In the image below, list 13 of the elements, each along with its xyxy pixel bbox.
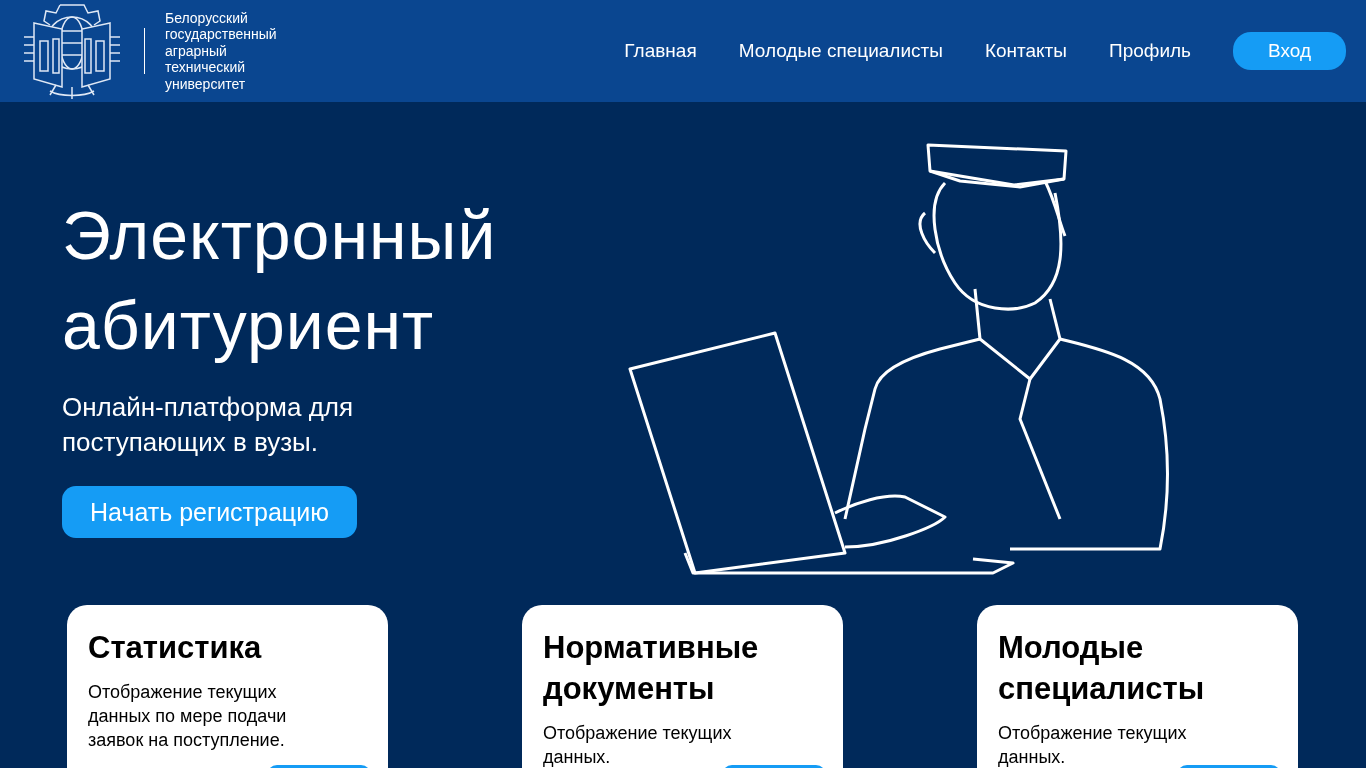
card-text: Отображение текущих данных. xyxy=(998,722,1188,768)
hero-title: Электронный абитуриент xyxy=(62,196,498,365)
nav-link[interactable]: Главная xyxy=(624,40,697,62)
card-text: Отображение текущих данных. xyxy=(543,722,733,768)
card-title: Молодые специалисты xyxy=(998,629,1206,708)
university-name: Белорусский государственный аграрный технический университет xyxy=(165,9,277,93)
nav-link[interactable]: Контакты xyxy=(984,40,1067,62)
card-title: Нормативные документы xyxy=(543,629,760,708)
hero-subtitle: Онлайн-платформа для поступающих в вузы. xyxy=(62,391,355,459)
card-text: Отображение текущих данных по мере подачи заявок на поступление. xyxy=(88,681,288,752)
nav-link[interactable]: Профиль xyxy=(1109,40,1191,62)
nav-link[interactable]: Молодые специалисты xyxy=(738,40,943,62)
card-title: Статистика xyxy=(88,629,263,667)
